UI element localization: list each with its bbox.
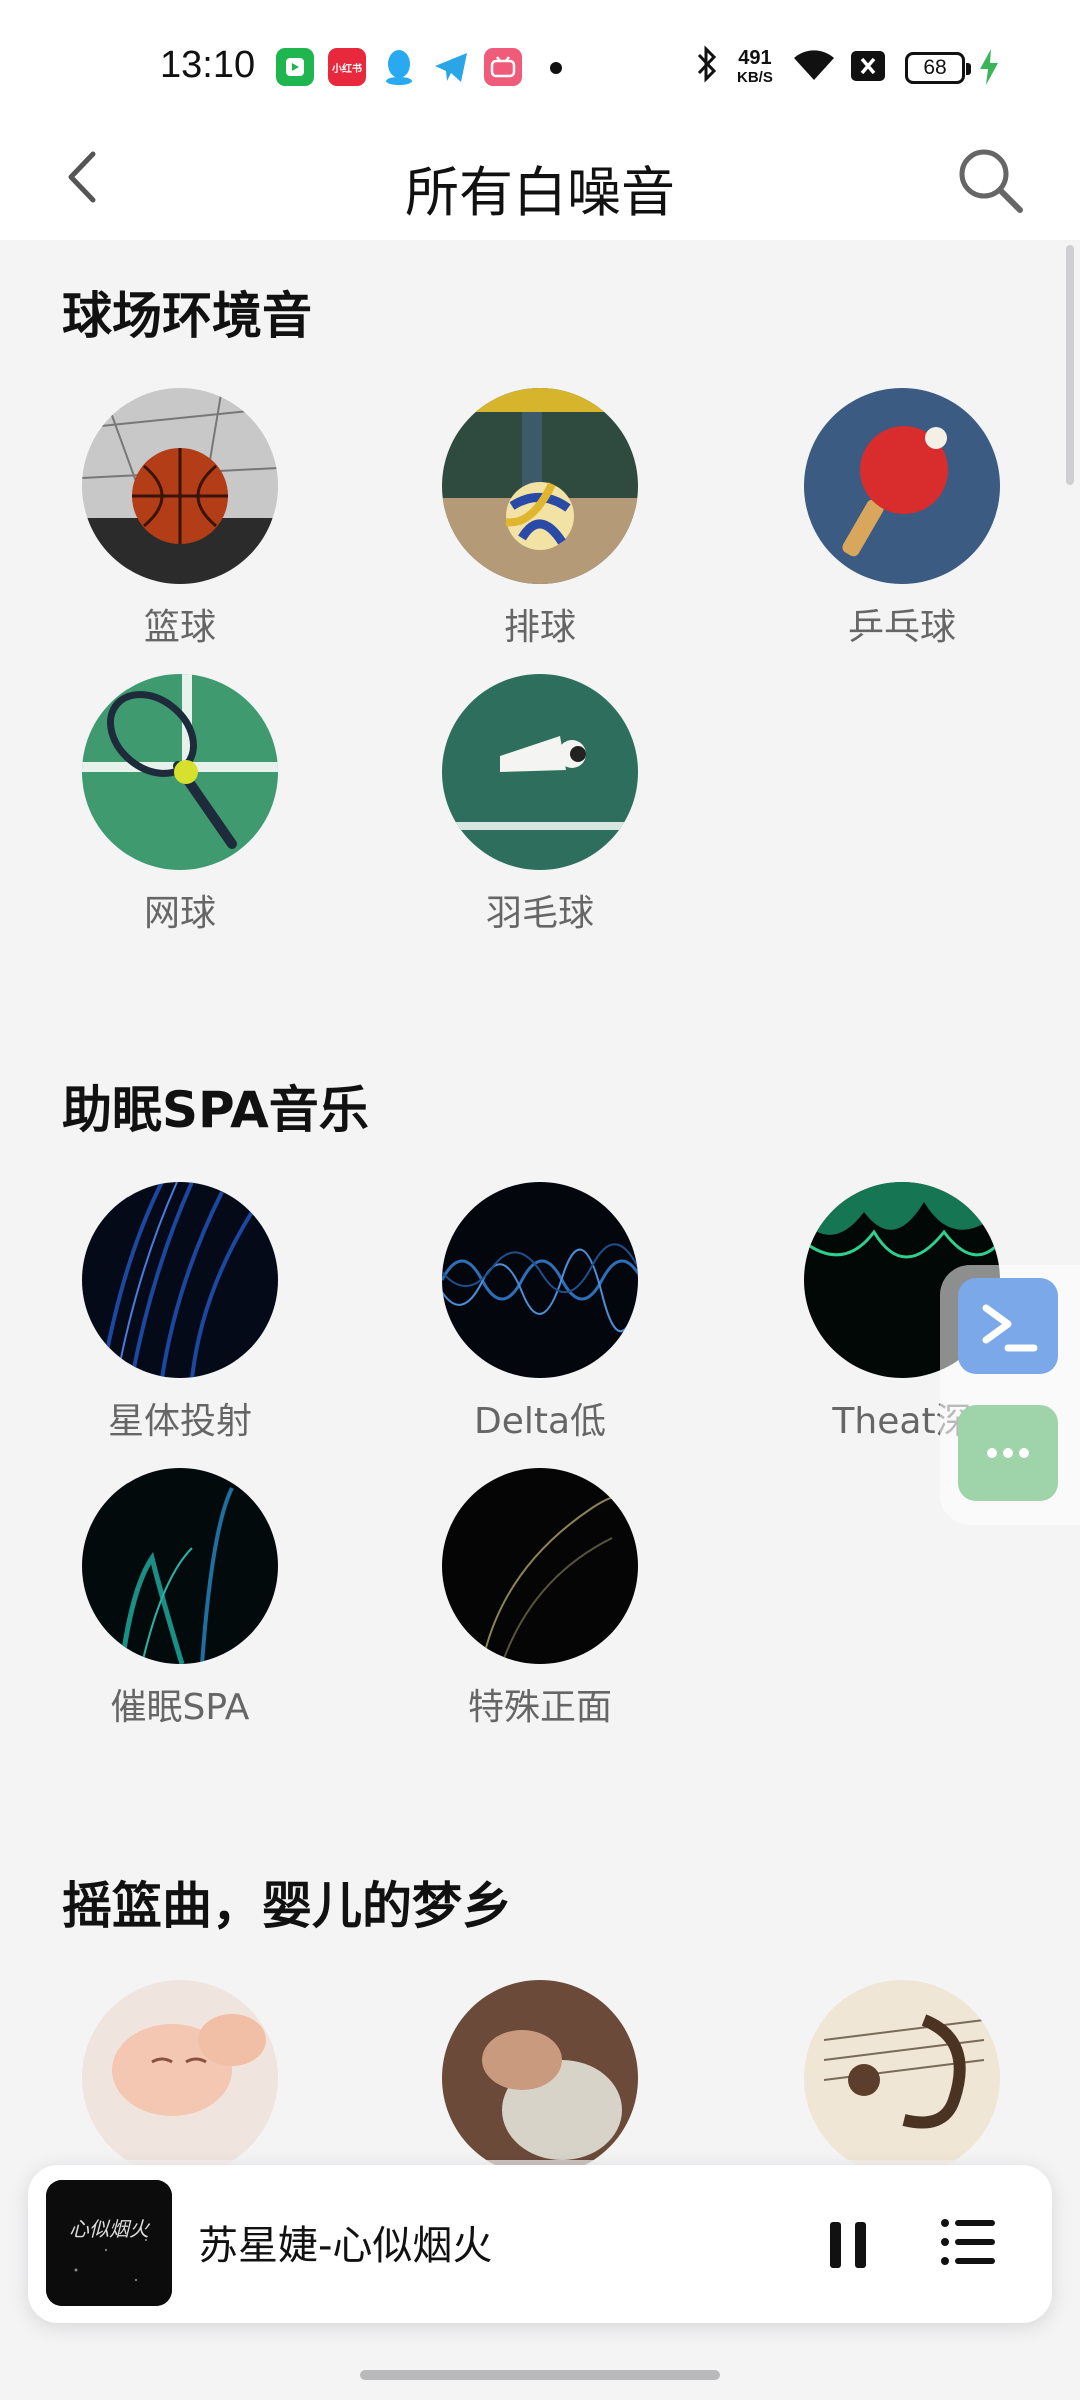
wifi-icon [792, 48, 836, 90]
noise-item-violin[interactable] [752, 1980, 1052, 2176]
special-thumbnail [442, 1468, 638, 1664]
telegram-icon [432, 48, 470, 86]
badminton-thumbnail [442, 674, 638, 870]
noise-item-tennis[interactable]: 网球 [30, 674, 330, 936]
tennis-thumbnail [82, 674, 278, 870]
noise-item-label: Delta低 [473, 1401, 607, 1442]
search-button[interactable] [950, 140, 1030, 220]
pause-icon [830, 2222, 866, 2268]
noise-item-basketball[interactable]: 篮球 [30, 388, 330, 650]
noise-item-label: 星体投射 [107, 1401, 252, 1442]
album-cover-text: 心似烟火 [69, 2217, 151, 2241]
noise-item-label: 特殊正面 [467, 1687, 612, 1728]
noise-item-label: 羽毛球 [485, 893, 594, 934]
playlist-button[interactable] [933, 2207, 1003, 2277]
noise-item-label: 网球 [143, 893, 216, 934]
cradle-thumbnail [442, 1980, 638, 2176]
album-cover[interactable]: 心似烟火 [46, 2180, 172, 2306]
noise-item-pingpong[interactable]: 乒乓球 [752, 388, 1052, 650]
header: 所有白噪音 [0, 120, 1080, 240]
mini-player[interactable]: 心似烟火 苏星婕-心似烟火 [28, 2165, 1052, 2323]
noise-item-astral[interactable]: 星体投射 [30, 1182, 330, 1444]
noise-item-badminton[interactable]: 羽毛球 [390, 674, 690, 936]
noise-item-label: 排球 [503, 607, 576, 648]
more-dots-icon [987, 1448, 1029, 1458]
section-title-lullaby: 摇篮曲，婴儿的梦乡 [62, 1877, 512, 1935]
delta-thumbnail [442, 1182, 638, 1378]
noise-item-special[interactable]: 特殊正面 [390, 1468, 690, 1730]
page-title: 所有白噪音 [405, 161, 675, 224]
app-green-icon [276, 48, 314, 86]
search-icon [959, 149, 1023, 213]
back-button[interactable] [55, 142, 125, 212]
pingpong-thumbnail [804, 388, 1000, 584]
noise-item-baby[interactable] [30, 1980, 330, 2176]
noise-item-cradle[interactable] [390, 1980, 690, 2176]
violin-thumbnail [804, 1980, 1000, 2176]
scrollbar[interactable] [1066, 245, 1074, 485]
xiaohongshu-icon: 小红书 [328, 48, 366, 86]
bluetooth-icon [694, 44, 720, 92]
baby-thumbnail [82, 1980, 278, 2176]
basketball-thumbnail [82, 388, 278, 584]
home-indicator[interactable] [360, 2370, 720, 2380]
hypnosis-thumbnail [82, 1468, 278, 1664]
chevron-left-icon [68, 151, 96, 203]
noise-item-delta[interactable]: Delta低 [390, 1182, 690, 1444]
now-playing-title: 苏星婕-心似烟火 [198, 2223, 493, 2269]
app-pink-icon [484, 48, 522, 86]
pause-button[interactable] [813, 2210, 883, 2280]
sim-off-icon [850, 50, 886, 90]
status-time: 13:10 [160, 44, 256, 86]
white-noise-list[interactable]: 球场环境音 篮球 排球 乒乓球 网球 羽毛球 助眠SPA音乐 星体投射 Delt… [0, 240, 1080, 2400]
network-speed: 491 KB/S [737, 47, 773, 86]
terminal-button[interactable] [958, 1278, 1058, 1374]
noise-item-hypnosis[interactable]: 催眠SPA [30, 1468, 330, 1730]
section-title-spa: 助眠SPA音乐 [62, 1081, 369, 1139]
status-bar: 13:10 小红书 491 KB/S 68 [0, 0, 1080, 120]
noise-item-label: 篮球 [143, 607, 216, 648]
volleyball-thumbnail [442, 388, 638, 584]
noise-item-label: 乒乓球 [847, 607, 956, 648]
playlist-icon [941, 2219, 995, 2265]
noise-item-label: 催眠SPA [110, 1687, 250, 1728]
qq-icon [380, 48, 418, 86]
notification-dot [550, 62, 562, 74]
battery-icon: 68 [905, 52, 971, 84]
more-button[interactable] [958, 1405, 1058, 1501]
astral-thumbnail [82, 1182, 278, 1378]
noise-item-volleyball[interactable]: 排球 [390, 388, 690, 650]
terminal-icon [982, 1304, 1038, 1352]
section-title-court: 球场环境音 [62, 287, 312, 345]
charging-icon [978, 48, 1000, 94]
